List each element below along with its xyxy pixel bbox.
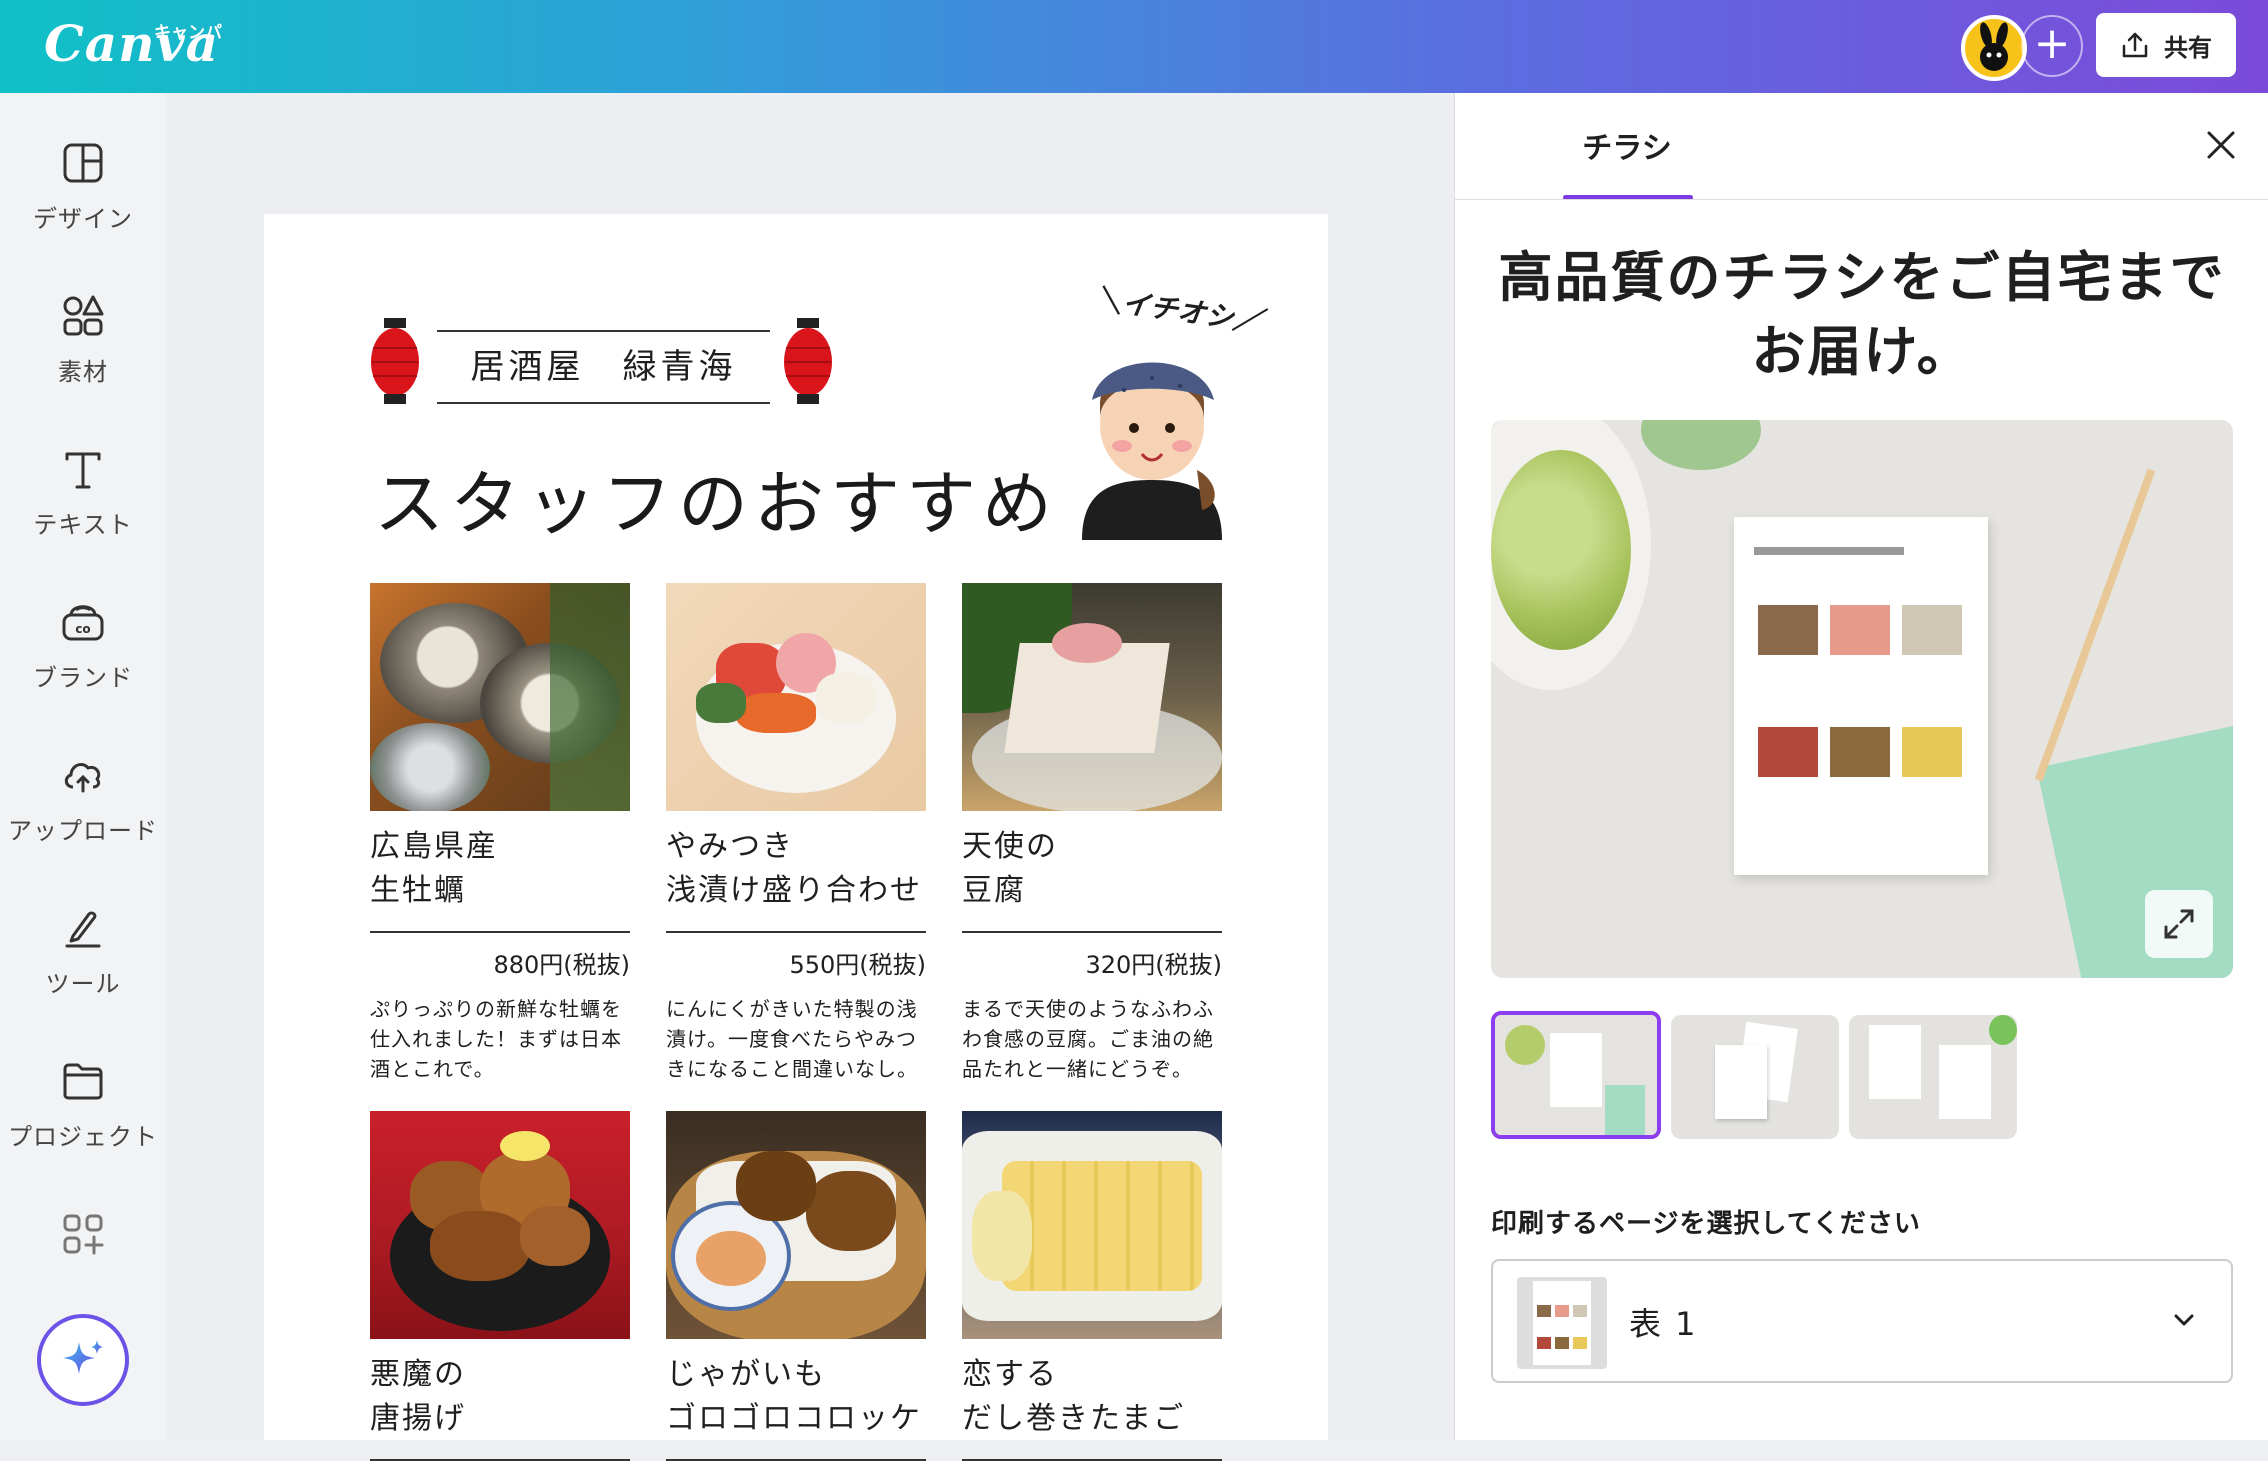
promo-heading: 高品質のチラシをご自宅まで お届け。	[1498, 246, 2226, 383]
page-option-label: 表 1	[1629, 1305, 1698, 1343]
sidebar-item-label: テキスト	[33, 511, 133, 539]
karaage-photo	[370, 1111, 630, 1339]
svg-text:co: co	[75, 622, 90, 636]
menu-item-desc: ぷりっぷりの新鮮な牡蠣を仕入れました！まずは日本酒とこれで。	[370, 997, 622, 1081]
close-icon[interactable]	[2201, 125, 2241, 165]
sidebar-item-projects[interactable]: プロジェクト	[0, 1057, 166, 1152]
sidebar-item-elements[interactable]: 素材	[0, 292, 166, 387]
tab-flyer[interactable]: チラシ	[1561, 123, 1693, 167]
expand-icon	[2164, 909, 2194, 939]
pickles-photo	[666, 583, 926, 811]
menu-item-card[interactable]: じゃがいも ゴロゴロコロッケ	[666, 1111, 926, 1461]
select-page-label: 印刷するページを選択してください	[1491, 1209, 1921, 1239]
folder-icon	[63, 1063, 103, 1100]
share-upload-icon	[2122, 32, 2148, 58]
canva-logo[interactable]: Canva キャンパ	[44, 14, 222, 73]
menu-item-name: 広島県産 生牡蠣	[370, 825, 630, 933]
tamagoyaki-photo	[962, 1111, 1222, 1339]
menu-item-name: 悪魔の 唐揚げ	[370, 1353, 630, 1461]
chevron-down-icon	[2174, 1314, 2194, 1326]
design-layout-icon	[63, 143, 103, 183]
menu-item-card[interactable]: 悪魔の 唐揚げ	[370, 1111, 630, 1461]
flyer-title: スタッフのおすすめ	[374, 463, 1058, 545]
tab-divider	[1455, 199, 2268, 200]
print-panel: チラシ 高品質のチラシをご自宅まで お届け。 印刷するページを選択してください …	[1454, 93, 2268, 1440]
magic-button[interactable]	[37, 1314, 129, 1406]
share-button[interactable]: 共有	[2096, 13, 2236, 77]
add-member-button[interactable]: +	[2021, 15, 2083, 77]
lantern-icon	[371, 318, 419, 404]
sidebar-item-label: アップロード	[8, 817, 158, 845]
sidebar-item-label: ブランド	[33, 664, 133, 692]
sidebar-item-brand[interactable]: co ブランド	[0, 598, 166, 693]
oyster-photo	[370, 583, 630, 811]
menu-item-card[interactable]: 恋する だし巻きたまご	[962, 1111, 1222, 1461]
menu-item-name: やみつき 浅漬け盛り合わせ	[666, 825, 926, 933]
logo-kana: キャンパ	[154, 23, 222, 43]
croquette-photo	[666, 1111, 926, 1339]
sidebar-item-design[interactable]: デザイン	[0, 139, 166, 234]
sidebar-item-apps[interactable]	[0, 1210, 166, 1270]
sidebar-item-text[interactable]: テキスト	[0, 445, 166, 540]
sidebar-item-label: デザイン	[33, 205, 133, 233]
upload-cloud-icon	[64, 763, 101, 793]
menu-item-card[interactable]: 広島県産 生牡蠣 880円(税抜) ぷりっぷりの新鮮な牡蠣を仕入れました！まずは…	[370, 583, 630, 1084]
staff-illustration	[1082, 362, 1222, 540]
expand-button[interactable]	[2145, 890, 2213, 958]
mockup-thumbnail-1[interactable]	[1491, 1011, 1661, 1139]
sidebar-item-label: ツール	[45, 970, 121, 998]
menu-item-name: 恋する だし巻きたまご	[962, 1353, 1222, 1461]
menu-item-name: 天使の 豆腐	[962, 825, 1222, 933]
menu-item-card[interactable]: 天使の 豆腐 320円(税抜) まるで天使のようなふわふわ食感の豆腐。ごま油の絶…	[962, 583, 1222, 1084]
tofu-photo	[962, 583, 1222, 811]
menu-item-desc: まるで天使のようなふわふわ食感の豆腐。ごま油の絶品たれと一緒にどうぞ。	[962, 997, 1214, 1081]
sidebar-item-label: プロジェクト	[8, 1123, 158, 1151]
menu-item-name: じゃがいも ゴロゴロコロッケ	[666, 1353, 926, 1461]
flyer-mockup-image[interactable]	[1491, 420, 2233, 978]
avatar-rabbit-icon	[1980, 22, 2008, 71]
elements-shapes-icon	[63, 295, 104, 336]
share-label: 共有	[2164, 33, 2212, 62]
menu-item-card[interactable]: やみつき 浅漬け盛り合わせ 550円(税抜) にんにくがきいた特製の浅漬け。一度…	[666, 583, 926, 1084]
lantern-icon	[784, 318, 832, 404]
shop-name: 居酒屋 緑青海	[437, 330, 770, 404]
menu-item-price: 880円(税抜)	[493, 951, 630, 979]
page-select-dropdown[interactable]: 表 1	[1491, 1259, 2233, 1383]
sidebar-item-upload[interactable]: アップロード	[0, 751, 166, 846]
text-icon	[65, 452, 101, 489]
tools-pen-icon	[65, 911, 101, 948]
avatar[interactable]	[1961, 15, 2027, 81]
brand-icon: co	[62, 605, 104, 641]
menu-item-desc: にんにくがきいた特製の浅漬け。一度食べたらやみつきになること間違いなし。	[666, 997, 918, 1081]
left-sidebar: デザイン 素材 テキスト co ブランド アップロード ツール プロジェクト	[0, 93, 166, 1440]
menu-item-price: 320円(税抜)	[1085, 951, 1222, 979]
sparkle-icon	[63, 1340, 103, 1374]
apps-grid-icon	[63, 1214, 104, 1255]
top-bar: Canva キャンパ + 共有	[0, 0, 2268, 93]
sidebar-item-label: 素材	[58, 358, 108, 386]
page-thumbnail	[1517, 1277, 1607, 1369]
sidebar-item-tools[interactable]: ツール	[0, 904, 166, 999]
mockup-thumbnail-2[interactable]	[1671, 1015, 1839, 1139]
mockup-thumbnail-3[interactable]	[1849, 1015, 2017, 1139]
menu-item-price: 550円(税抜)	[789, 951, 926, 979]
